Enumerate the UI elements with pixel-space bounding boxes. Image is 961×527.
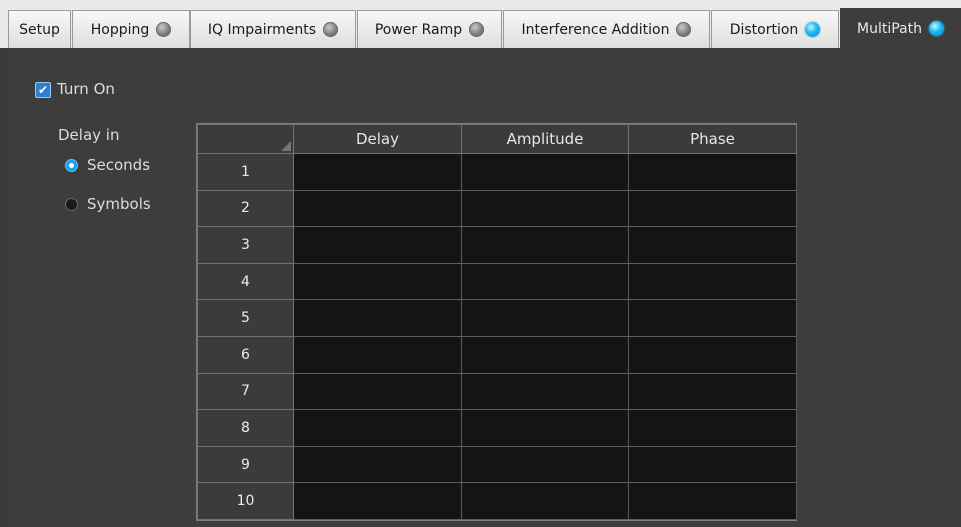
tab-label: IQ Impairments <box>207 21 317 38</box>
tab-multipath[interactable]: MultiPath <box>840 8 961 48</box>
amplitude-cell[interactable] <box>461 299 629 337</box>
seconds-radio[interactable] <box>65 159 78 172</box>
column-header-amplitude[interactable]: Amplitude <box>461 124 629 154</box>
table-header-row: Delay Amplitude Phase <box>197 124 797 154</box>
phase-cell[interactable] <box>628 262 797 301</box>
delay-cell[interactable] <box>293 335 462 374</box>
status-led-off-icon <box>323 22 339 37</box>
phase-cell[interactable] <box>628 153 797 191</box>
row-header[interactable]: 6 <box>197 335 294 374</box>
tab-bar: Setup Hopping IQ Impairments Power Ramp … <box>0 0 961 48</box>
row-header[interactable]: 5 <box>197 299 294 337</box>
tab-interference-addition[interactable]: Interference Addition <box>503 10 710 48</box>
tab-label: Hopping <box>90 21 150 38</box>
tab-power-ramp[interactable]: Power Ramp <box>357 10 502 48</box>
row-header[interactable]: 3 <box>197 226 294 264</box>
turn-on-label[interactable]: Turn On <box>57 80 115 98</box>
row-header[interactable]: 10 <box>197 482 294 520</box>
amplitude-cell[interactable] <box>461 372 629 411</box>
symbols-label[interactable]: Symbols <box>87 195 151 213</box>
row-header[interactable]: 1 <box>197 153 294 191</box>
symbols-radio[interactable] <box>65 198 78 211</box>
turn-on-checkbox[interactable]: ✔ <box>35 82 51 98</box>
phase-cell[interactable] <box>628 189 797 228</box>
amplitude-cell[interactable] <box>461 445 629 484</box>
table-row: 5 <box>197 299 797 337</box>
table-row: 2 <box>197 189 797 228</box>
checkmark-icon: ✔ <box>37 83 49 97</box>
table-row: 3 <box>197 226 797 264</box>
status-led-off-icon <box>469 22 485 37</box>
status-led-on-icon <box>928 21 944 36</box>
tab-hopping[interactable]: Hopping <box>72 10 190 48</box>
delay-cell[interactable] <box>293 189 462 228</box>
table-row: 9 <box>197 445 797 484</box>
tab-label: MultiPath <box>857 20 922 37</box>
tab-distortion[interactable]: Distortion <box>711 10 839 48</box>
tab-setup[interactable]: Setup <box>8 10 71 48</box>
multipath-table: Delay Amplitude Phase 1 2 3 4 5 6 7 8 9 … <box>196 123 797 521</box>
phase-cell[interactable] <box>628 335 797 374</box>
phase-cell[interactable] <box>628 409 797 447</box>
phase-cell[interactable] <box>628 299 797 337</box>
delay-cell[interactable] <box>293 372 462 411</box>
table-row: 8 <box>197 409 797 447</box>
column-header-delay[interactable]: Delay <box>293 124 462 154</box>
amplitude-cell[interactable] <box>461 226 629 264</box>
seconds-label[interactable]: Seconds <box>87 156 150 174</box>
delay-cell[interactable] <box>293 153 462 191</box>
row-header[interactable]: 4 <box>197 262 294 301</box>
delay-cell[interactable] <box>293 482 462 520</box>
corner-triangle-icon <box>281 141 291 151</box>
phase-cell[interactable] <box>628 372 797 411</box>
delay-in-label: Delay in <box>58 126 120 144</box>
row-header[interactable]: 7 <box>197 372 294 411</box>
row-header[interactable]: 8 <box>197 409 294 447</box>
table-row: 4 <box>197 262 797 301</box>
tab-label: Power Ramp <box>374 21 463 38</box>
phase-cell[interactable] <box>628 226 797 264</box>
amplitude-cell[interactable] <box>461 335 629 374</box>
delay-cell[interactable] <box>293 445 462 484</box>
delay-cell[interactable] <box>293 409 462 447</box>
delay-cell[interactable] <box>293 226 462 264</box>
status-led-off-icon <box>676 22 692 37</box>
row-header[interactable]: 9 <box>197 445 294 484</box>
phase-cell[interactable] <box>628 482 797 520</box>
table-row: 6 <box>197 335 797 374</box>
table-row: 7 <box>197 372 797 411</box>
amplitude-cell[interactable] <box>461 262 629 301</box>
amplitude-cell[interactable] <box>461 409 629 447</box>
delay-cell[interactable] <box>293 262 462 301</box>
delay-cell[interactable] <box>293 299 462 337</box>
status-led-on-icon <box>805 22 821 37</box>
amplitude-cell[interactable] <box>461 482 629 520</box>
table-row: 1 <box>197 153 797 191</box>
status-led-off-icon <box>156 22 172 37</box>
tab-label: Interference Addition <box>521 21 670 38</box>
tab-iq-impairments[interactable]: IQ Impairments <box>190 10 356 48</box>
tab-label: Distortion <box>729 21 799 38</box>
amplitude-cell[interactable] <box>461 189 629 228</box>
column-header-phase[interactable]: Phase <box>628 124 797 154</box>
row-header[interactable]: 2 <box>197 189 294 228</box>
phase-cell[interactable] <box>628 445 797 484</box>
select-all-corner[interactable] <box>197 124 294 154</box>
table-row: 10 <box>197 482 797 520</box>
tab-label: Setup <box>19 21 60 38</box>
amplitude-cell[interactable] <box>461 153 629 191</box>
